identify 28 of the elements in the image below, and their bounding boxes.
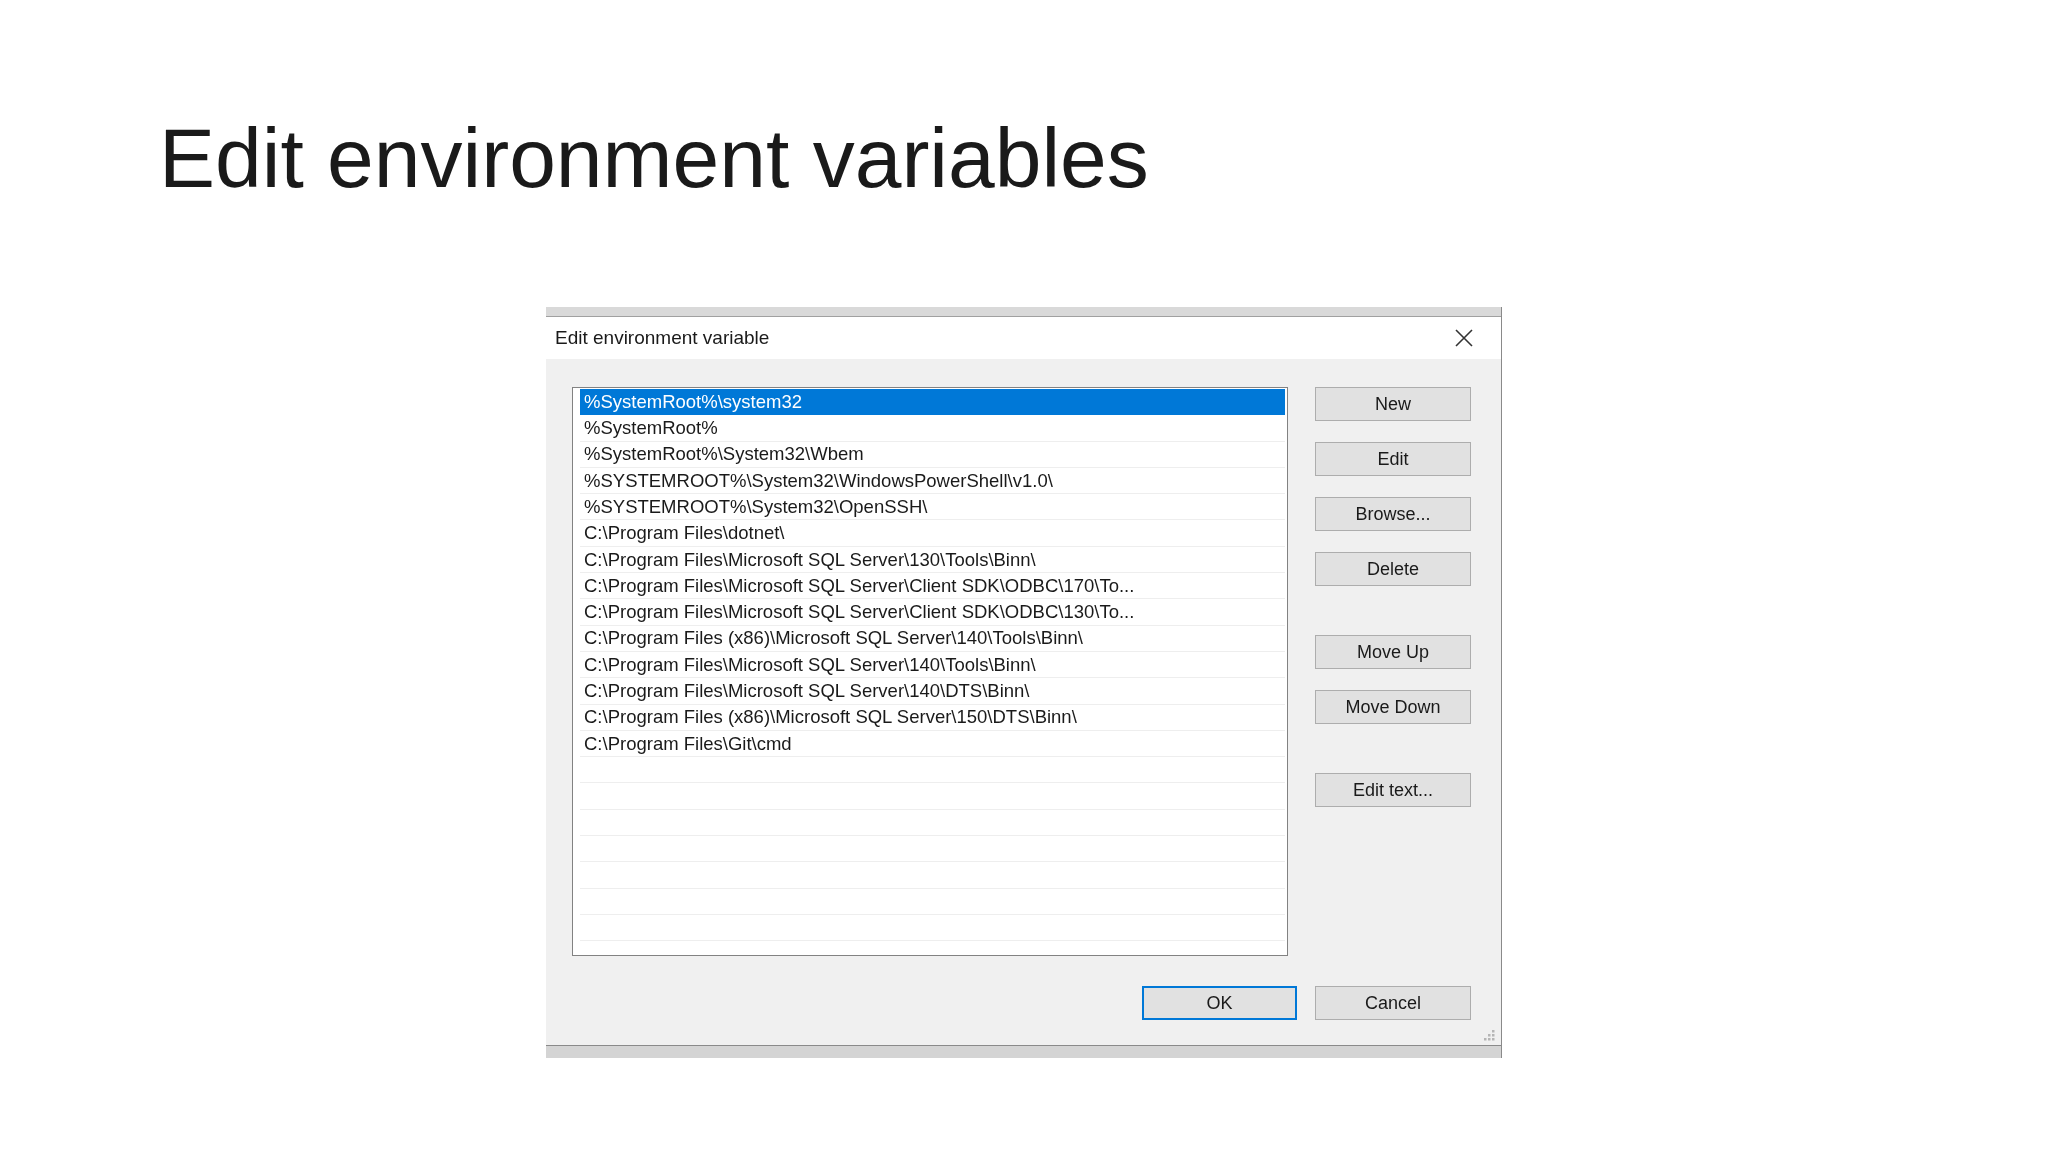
dialog-button[interactable]: Cancel [1315, 986, 1471, 1020]
close-button[interactable] [1453, 327, 1475, 349]
path-entry[interactable]: %SYSTEMROOT%\System32\WindowsPowerShell\v1.0\ [580, 467, 1285, 495]
path-entry[interactable]: C:\Program Files\Microsoft SQL Server\Client SDK\ODBC\170\To... [580, 573, 1285, 600]
path-entry[interactable]: C:\Program Files (x86)\Microsoft SQL Server\150\DTS\Binn\ [580, 704, 1285, 731]
path-entry[interactable]: C:\Program Files\Microsoft SQL Server\140\Tools\Binn\ [580, 651, 1285, 679]
path-entry[interactable]: C:\Program Files\Microsoft SQL Server\130\Tools\Binn\ [580, 546, 1285, 574]
resize-grip-icon[interactable] [1481, 1030, 1495, 1041]
dialog-button[interactable]: New [1315, 387, 1471, 421]
dialog-button[interactable]: Edit text... [1315, 773, 1471, 807]
path-entry[interactable]: %SYSTEMROOT%\System32\OpenSSH\ [580, 494, 1285, 521]
dialog-button[interactable]: Delete [1315, 552, 1471, 586]
dialog-button[interactable]: Move Up [1315, 635, 1471, 669]
slide-title: Edit environment variables [159, 116, 1149, 200]
dialog-button[interactable]: OK [1142, 986, 1297, 1020]
dialog-button[interactable]: Move Down [1315, 690, 1471, 724]
path-entry[interactable]: C:\Program Files\Microsoft SQL Server\140\DTS\Binn\ [580, 678, 1285, 705]
path-entry[interactable]: C:\Program Files\Microsoft SQL Server\Client SDK\ODBC\130\To... [580, 599, 1285, 626]
close-icon [1455, 329, 1473, 347]
dialog-button[interactable]: Browse... [1315, 497, 1471, 531]
path-entry[interactable]: C:\Program Files\dotnet\ [580, 520, 1285, 547]
dialog-title: Edit environment variable [555, 325, 770, 350]
path-entry[interactable]: %SystemRoot%\System32\Wbem [580, 441, 1285, 468]
dialog-button[interactable]: Edit [1315, 442, 1471, 476]
path-entry[interactable]: %SystemRoot%\system32 [580, 389, 1285, 416]
path-entry[interactable]: C:\Program Files\Git\cmd [580, 730, 1285, 758]
path-entry[interactable]: %SystemRoot% [580, 415, 1285, 442]
path-entry[interactable]: C:\Program Files (x86)\Microsoft SQL Server\140\Tools\Binn\ [580, 625, 1285, 652]
